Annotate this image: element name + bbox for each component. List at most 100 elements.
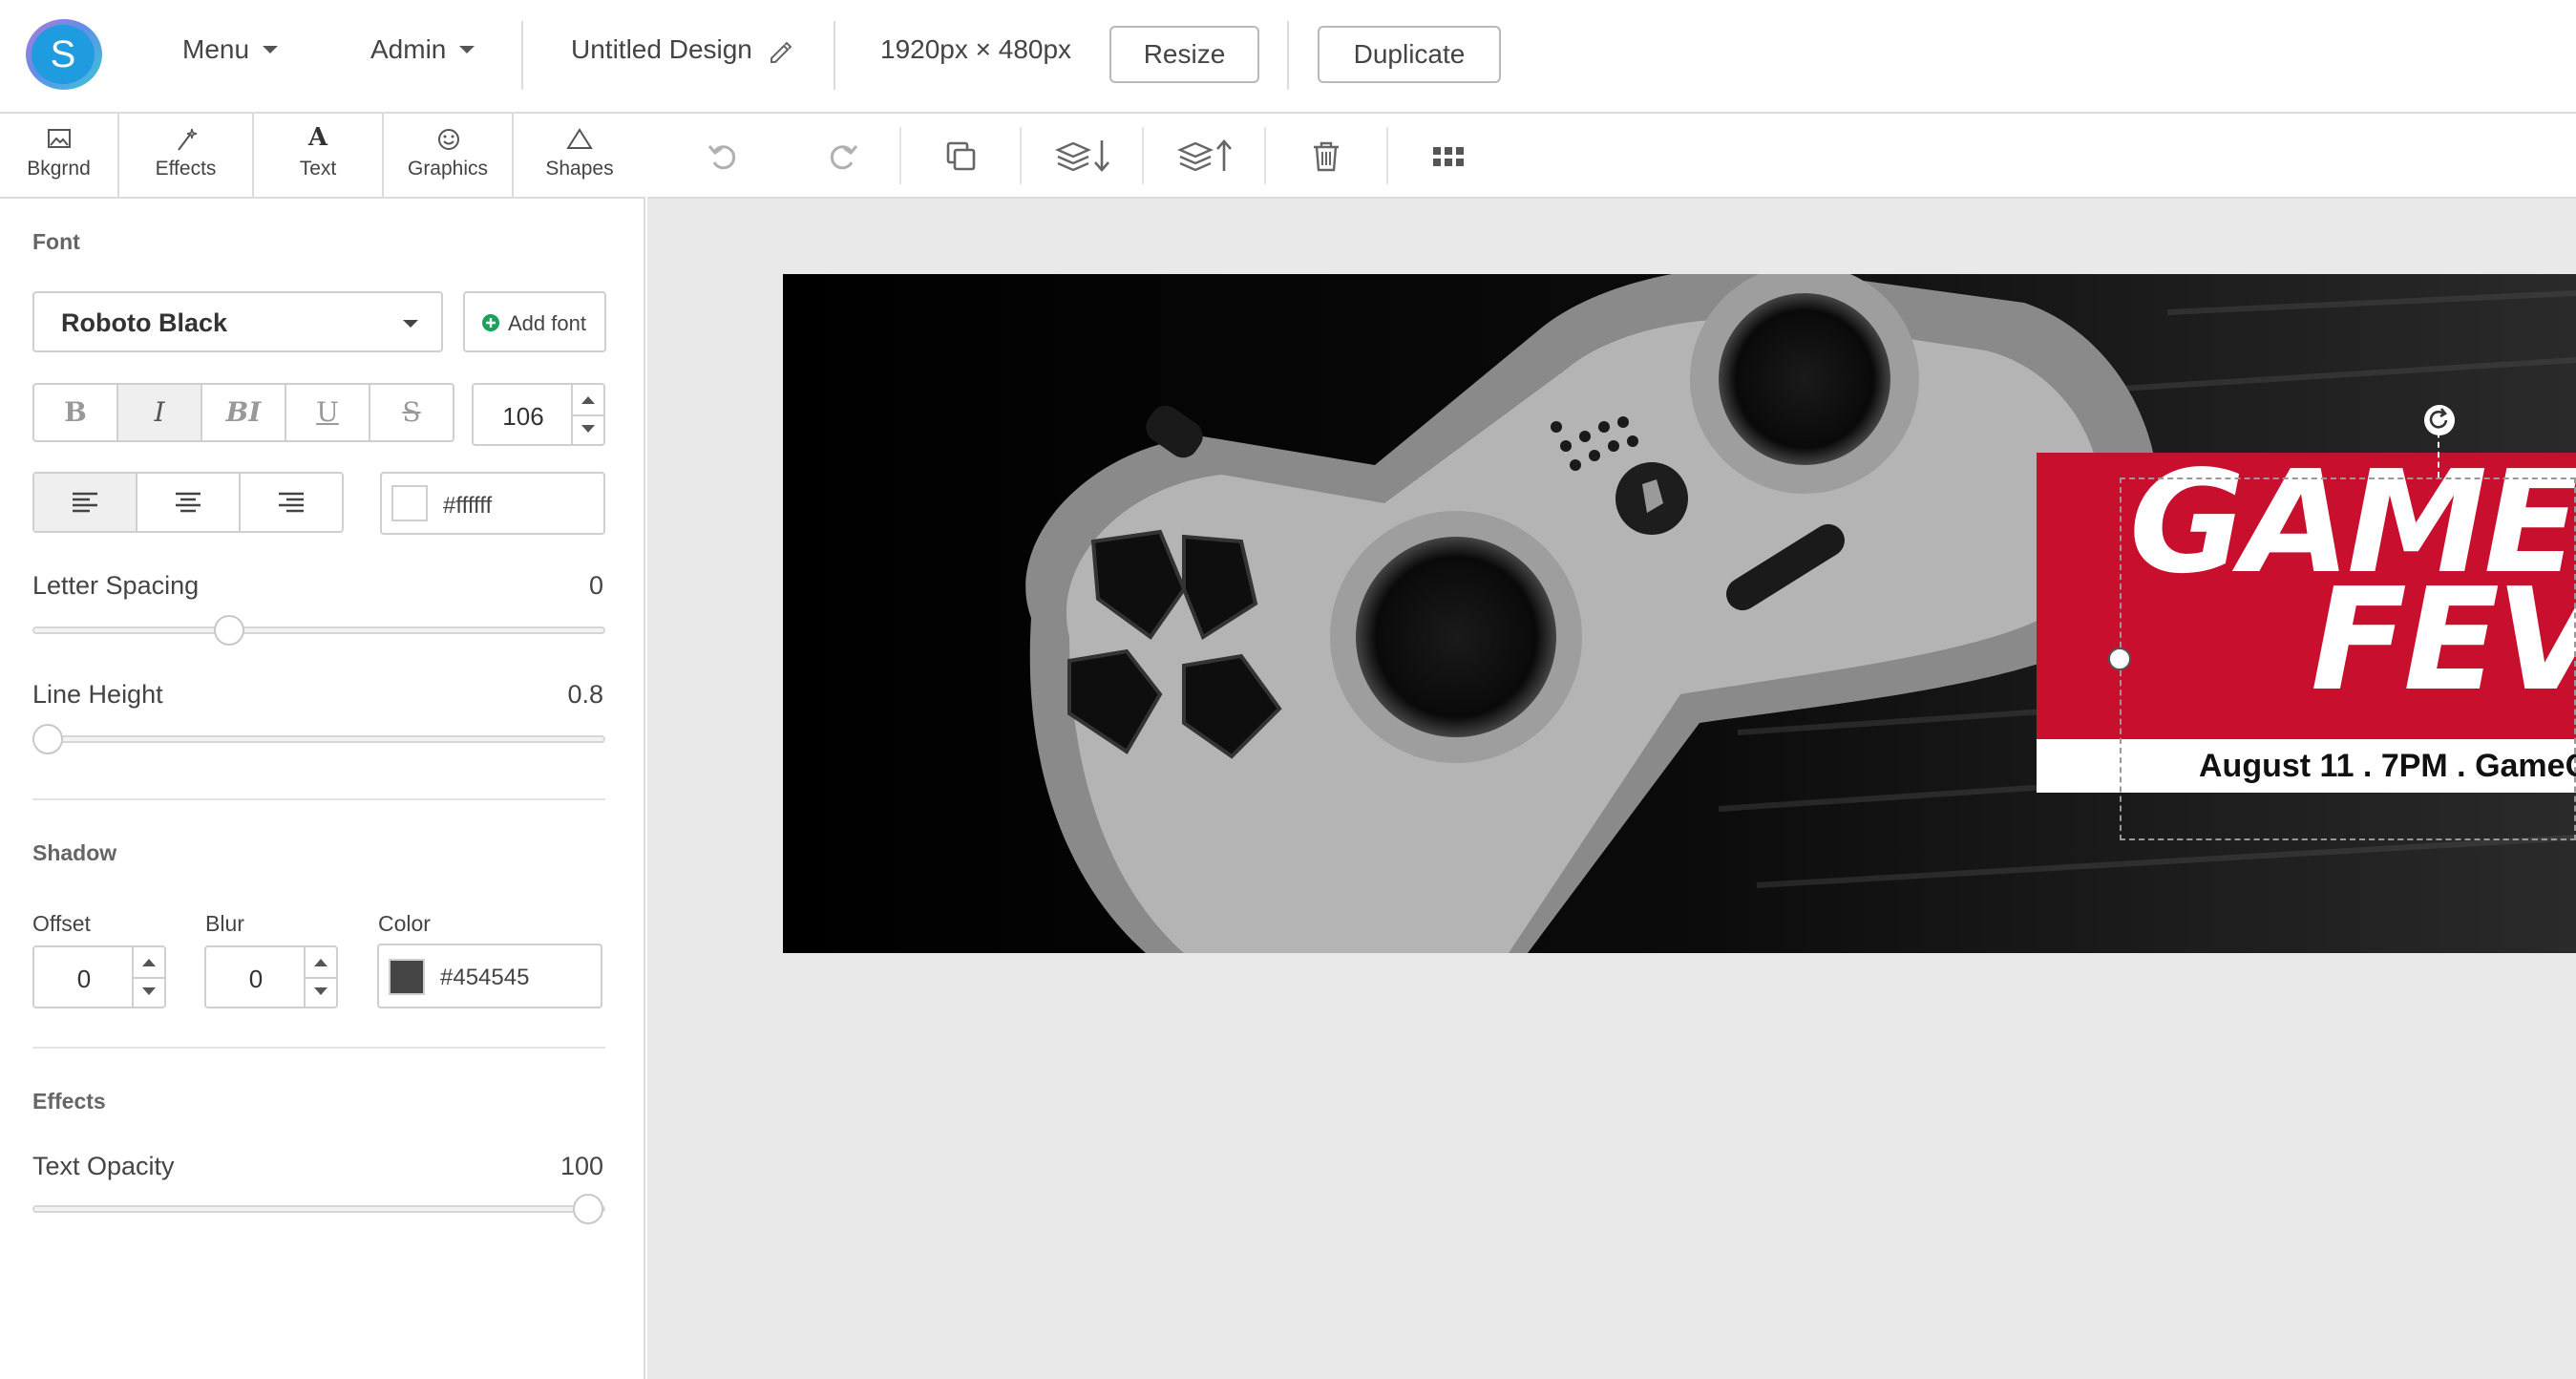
text-properties-panel: Font Roboto Black Add font B I BI U S 10…	[0, 199, 645, 1379]
toolbar-divider	[899, 127, 901, 184]
shadow-color-value: #454545	[440, 965, 530, 990]
shadow-color-field[interactable]: #454545	[377, 944, 602, 1008]
align-center-button[interactable]	[137, 474, 241, 531]
section-divider	[32, 1047, 605, 1049]
shadow-offset-stepper[interactable]: 0	[32, 945, 166, 1008]
letter-spacing-label: Letter Spacing	[32, 571, 200, 600]
rotate-icon[interactable]	[2422, 403, 2457, 437]
toolbar-divider	[1386, 127, 1388, 184]
align-left-button[interactable]	[34, 474, 137, 531]
text-opacity-label: Text Opacity	[32, 1152, 175, 1180]
bold-button[interactable]: B	[34, 385, 118, 440]
menu-dropdown[interactable]: Menu	[182, 34, 279, 65]
admin-dropdown[interactable]: Admin	[370, 34, 475, 65]
decrement-icon[interactable]	[314, 987, 327, 995]
strikethrough-label: S	[402, 396, 421, 428]
text-opacity-slider[interactable]	[32, 1205, 605, 1213]
letter-spacing-handle[interactable]	[214, 615, 244, 646]
selection-box-outline	[2120, 477, 2576, 840]
line-height-handle[interactable]	[32, 724, 63, 754]
duplicate-button[interactable]: Duplicate	[1318, 26, 1501, 83]
send-backward-icon[interactable]	[1052, 133, 1115, 180]
divider	[1287, 21, 1289, 90]
design-title-text: Untitled Design	[571, 34, 752, 64]
shadow-blur-stepper[interactable]: 0	[204, 945, 338, 1008]
editor-toolbar	[647, 114, 2576, 199]
stepper-controls	[132, 947, 164, 1007]
plus-circle-icon	[482, 314, 499, 331]
resize-button[interactable]: Resize	[1109, 26, 1259, 83]
tab-graphics[interactable]: Graphics	[384, 114, 514, 197]
increment-icon[interactable]	[314, 959, 327, 966]
image-icon	[48, 129, 71, 148]
align-right-icon	[279, 492, 304, 513]
tab-label: Effects	[155, 158, 217, 180]
divider	[834, 21, 835, 90]
tab-text[interactable]: A Text	[254, 114, 384, 197]
tab-label: Text	[299, 158, 337, 180]
decrement-icon[interactable]	[142, 987, 156, 995]
strikethrough-button[interactable]: S	[370, 385, 453, 440]
bold-italic-label: BI	[225, 396, 262, 428]
copy-icon[interactable]	[938, 133, 985, 180]
bold-italic-button[interactable]: BI	[202, 385, 286, 440]
divider	[521, 21, 523, 90]
font-style-group: B I BI U S	[32, 383, 454, 442]
tab-shapes[interactable]: Shapes	[514, 114, 645, 197]
increment-icon[interactable]	[581, 396, 595, 404]
menu-label: Menu	[182, 34, 250, 64]
chevron-down-icon	[263, 45, 279, 53]
text-align-group	[32, 472, 344, 533]
chevron-down-icon	[403, 320, 418, 328]
stepper-controls	[304, 947, 336, 1007]
align-left-icon	[73, 492, 97, 513]
toolbar-divider	[1142, 127, 1144, 184]
effects-section-title: Effects	[32, 1089, 106, 1114]
stepper-divider	[573, 414, 603, 416]
admin-label: Admin	[370, 34, 447, 64]
top-bar: S Menu Admin Untitled Design 1920px × 48…	[0, 0, 2576, 114]
stepper-controls	[571, 385, 603, 444]
shadow-blur-value: 0	[248, 965, 264, 993]
canvas-dimensions: 1920px × 480px	[880, 34, 1072, 64]
color-swatch[interactable]	[391, 485, 428, 521]
underline-label: U	[316, 396, 339, 428]
redo-icon[interactable]	[819, 133, 867, 180]
font-size-stepper[interactable]: 106	[472, 383, 605, 446]
bold-label: B	[64, 396, 87, 428]
undo-icon[interactable]	[699, 133, 747, 180]
add-font-button[interactable]: Add font	[463, 291, 606, 352]
tab-effects[interactable]: Effects	[119, 114, 254, 197]
line-height-label: Line Height	[32, 680, 163, 709]
shadow-offset-value: 0	[76, 965, 92, 993]
shadow-color-label: Color	[378, 911, 431, 936]
design-canvas[interactable]: GAME FEVI August 11 . 7PM . GameC	[783, 274, 2576, 953]
bring-forward-icon[interactable]	[1174, 133, 1237, 180]
toolbar-divider	[1264, 127, 1266, 184]
letter-spacing-slider[interactable]	[32, 626, 605, 634]
app-logo[interactable]: S	[26, 19, 102, 90]
italic-button[interactable]: I	[118, 385, 202, 440]
line-height-slider[interactable]	[32, 735, 605, 743]
tab-background[interactable]: Bkgrnd	[0, 114, 119, 197]
shadow-blur-label: Blur	[205, 911, 244, 936]
font-family-select[interactable]: Roboto Black	[32, 291, 443, 352]
design-title[interactable]: Untitled Design	[571, 34, 792, 65]
add-font-label: Add font	[508, 311, 586, 335]
magic-wand-icon	[178, 128, 198, 151]
grid-icon[interactable]	[1425, 133, 1472, 180]
tab-label: Graphics	[407, 158, 489, 180]
text-opacity-value: 100	[560, 1152, 603, 1180]
text-opacity-handle[interactable]	[573, 1194, 603, 1224]
pencil-icon[interactable]	[768, 39, 792, 64]
increment-icon[interactable]	[142, 959, 156, 966]
tab-label: Shapes	[545, 158, 614, 180]
trash-icon[interactable]	[1302, 133, 1350, 180]
shadow-color-swatch[interactable]	[389, 959, 425, 995]
decrement-icon[interactable]	[581, 425, 595, 433]
align-right-button[interactable]	[241, 474, 342, 531]
triangle-icon	[566, 128, 593, 149]
underline-button[interactable]: U	[286, 385, 370, 440]
resize-handle-left[interactable]	[2108, 647, 2131, 670]
text-color-field[interactable]: #ffffff	[380, 472, 605, 535]
